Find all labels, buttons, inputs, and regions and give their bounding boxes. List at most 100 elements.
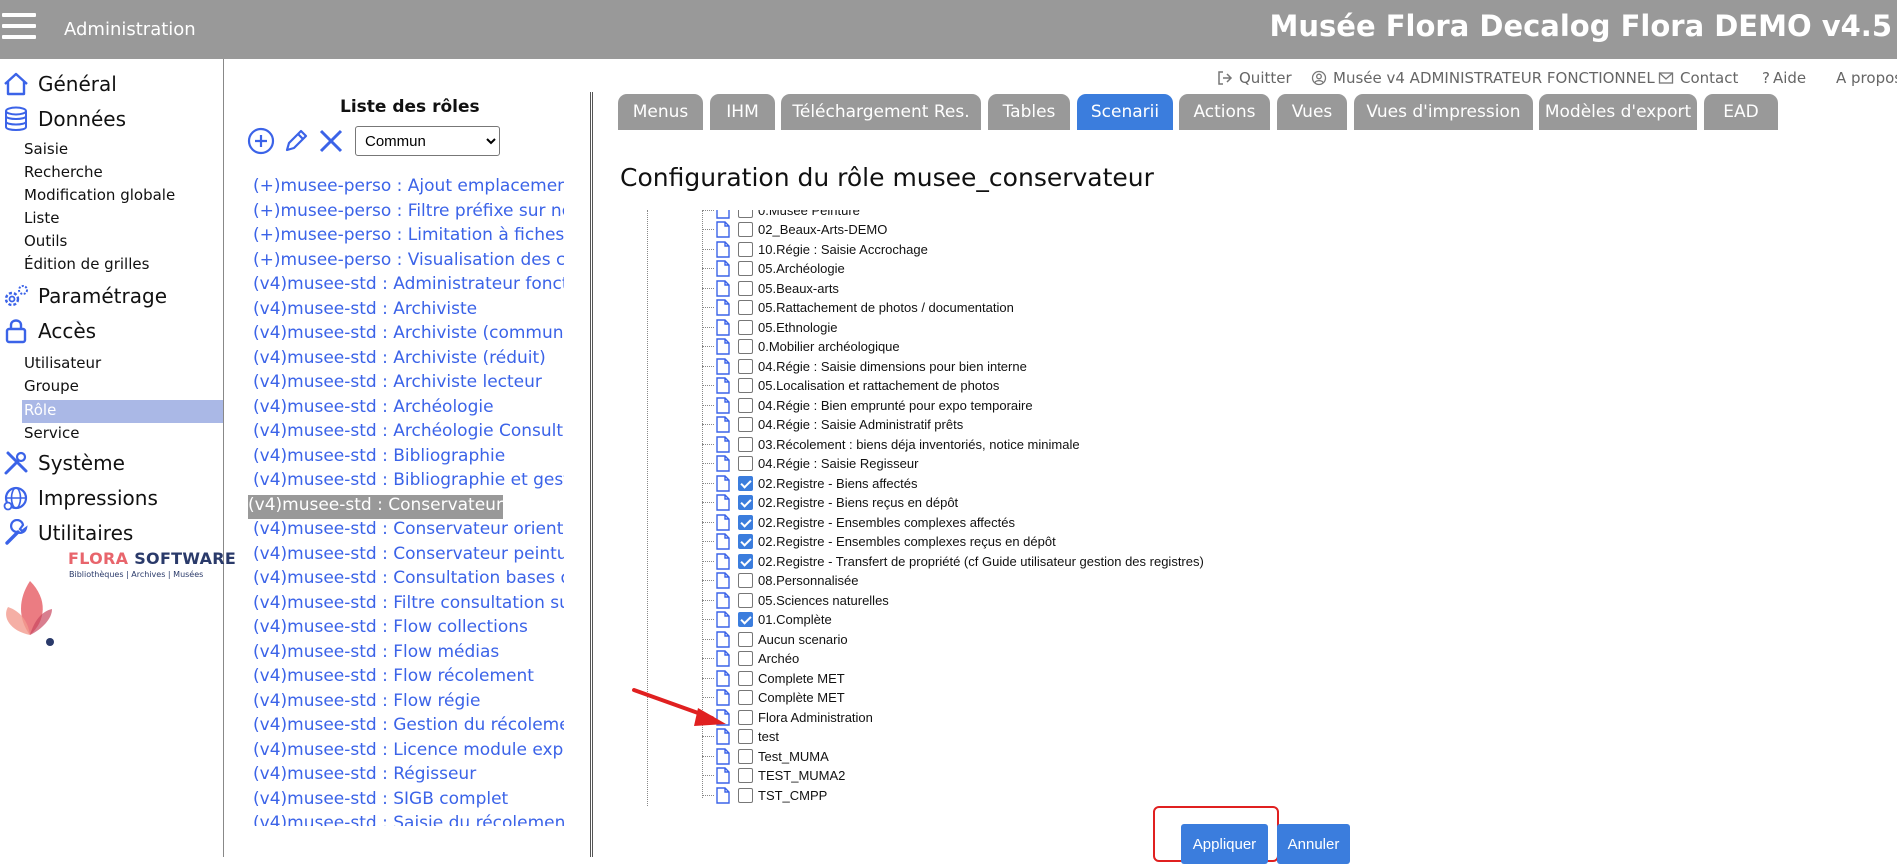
tree-item[interactable]: 05.Sciences naturelles <box>702 591 889 610</box>
role-item[interactable]: (v4)musee-std : Bibliographie <box>253 446 505 470</box>
scenario-checkbox[interactable] <box>738 514 753 530</box>
scenario-checkbox[interactable] <box>738 709 753 725</box>
tree-item[interactable]: 04.Régie : Saisie Administratif prêts <box>702 415 963 434</box>
role-item[interactable]: (v4)musee-std : Archiviste lecteur <box>253 372 542 396</box>
scenario-checkbox[interactable] <box>738 573 753 588</box>
scenario-checkbox[interactable] <box>738 417 753 432</box>
role-item[interactable]: (v4)musee-std : SIGB complet <box>253 789 508 813</box>
role-item[interactable]: (v4)musee-std : Flow collections <box>253 617 528 641</box>
tree-item[interactable]: 02.Registre - Biens affectés <box>702 474 917 493</box>
scenario-checkbox[interactable] <box>738 210 753 218</box>
sidebar-sub-utilisateur[interactable]: Utilisateur <box>24 353 101 374</box>
tree-item[interactable]: 10.Régie : Saisie Accrochage <box>702 240 928 259</box>
tree-item[interactable]: Aucun scenario <box>702 630 848 649</box>
tab-ihm[interactable]: IHM <box>710 94 775 130</box>
tree-item[interactable]: 05.Ethnologie <box>702 318 838 337</box>
scenario-checkbox[interactable] <box>738 378 753 393</box>
tree-item[interactable]: 02.Registre - Ensembles complexes affect… <box>702 513 1015 532</box>
tab-vues[interactable]: Vues <box>1277 94 1347 130</box>
user-link[interactable]: Musée v4 ADMINISTRATEUR FONCTIONNEL <box>1311 69 1655 87</box>
sidebar-sub-recherche[interactable]: Recherche <box>24 162 103 183</box>
add-role-icon[interactable] <box>246 126 276 156</box>
sidebar-sub-liste[interactable]: Liste <box>24 208 59 229</box>
hamburger-menu-icon[interactable] <box>2 13 36 41</box>
tab-vues-impression[interactable]: Vues d'impression <box>1354 94 1533 130</box>
role-item[interactable]: (v4)musee-std : Saisie du récolement <box>253 813 564 826</box>
tree-item[interactable]: 08.Personnalisée <box>702 571 858 590</box>
tree-item[interactable]: 02.Registre - Ensembles complexes reçus … <box>702 532 1056 551</box>
role-item[interactable]: (v4)musee-std : Gestion du récolement <box>253 715 564 739</box>
tree-item[interactable]: 04.Régie : Saisie dimensions pour bien i… <box>702 357 1027 376</box>
scenario-checkbox[interactable] <box>738 787 753 803</box>
scenario-checkbox[interactable] <box>738 690 753 705</box>
role-item[interactable]: (+)musee-perso : Visualisation des cham <box>253 250 564 274</box>
sidebar-sub-outils[interactable]: Outils <box>24 231 67 252</box>
cancel-button[interactable]: Annuler <box>1277 824 1350 864</box>
edit-role-icon[interactable] <box>281 126 311 156</box>
sidebar-sub-groupe[interactable]: Groupe <box>24 376 79 397</box>
scenario-checkbox[interactable] <box>738 397 753 413</box>
tree-item[interactable]: Archéo <box>702 649 799 668</box>
role-item[interactable]: (v4)musee-std : Flow médias <box>253 642 499 666</box>
help-link[interactable]: ? Aide <box>1762 69 1806 87</box>
sidebar-item-systeme[interactable]: Système <box>0 448 125 478</box>
role-item[interactable]: (v4)musee-std : Archéologie <box>253 397 494 421</box>
sidebar-item-donnees[interactable]: Données <box>0 104 126 134</box>
scenario-checkbox[interactable] <box>738 651 753 666</box>
scenario-checkbox[interactable] <box>738 729 753 744</box>
tab-scenarii[interactable]: Scenarii <box>1077 94 1173 130</box>
sidebar-sub-service[interactable]: Service <box>24 423 79 444</box>
scenario-checkbox[interactable] <box>738 222 753 237</box>
scenario-checkbox[interactable] <box>738 553 753 569</box>
sidebar-item-utilitaires[interactable]: Utilitaires <box>0 518 133 548</box>
sidebar-item-general[interactable]: Général <box>0 69 117 99</box>
tree-item[interactable]: 05.Localisation et rattachement de photo… <box>702 376 999 395</box>
scenario-tree[interactable]: 0.Musée Peinture 02_Beaux-Arts-DEMO 10.Ré… <box>620 210 1620 806</box>
tree-item[interactable]: 04.Régie : Bien emprunté pour expo tempo… <box>702 396 1033 415</box>
contact-link[interactable]: Contact <box>1658 69 1738 87</box>
scenario-checkbox[interactable] <box>738 358 753 374</box>
tab-tables[interactable]: Tables <box>988 94 1070 130</box>
role-item[interactable]: (v4)musee-std : Archéologie Consultatio <box>253 421 564 445</box>
role-item[interactable]: (v4)musee-std : Archiviste (communicati <box>253 323 564 347</box>
panel-divider[interactable] <box>590 92 593 857</box>
roles-filter-select[interactable]: Commun <box>355 126 500 156</box>
tree-item[interactable]: 04.Régie : Saisie Regisseur <box>702 454 918 473</box>
sidebar-sub-saisie[interactable]: Saisie <box>24 139 68 160</box>
role-item[interactable]: (v4)musee-std : Conservateur orient <box>253 519 563 543</box>
scenario-checkbox[interactable] <box>738 592 753 608</box>
tree-item[interactable]: 0.Mobilier archéologique <box>702 337 900 356</box>
tab-modeles-export[interactable]: Modèles d'export <box>1539 94 1697 130</box>
scenario-checkbox[interactable] <box>738 300 753 315</box>
sidebar-item-acces[interactable]: Accès <box>0 316 96 346</box>
role-item[interactable]: (v4)musee-std : Archiviste <box>253 299 477 323</box>
role-item[interactable]: (v4)musee-std : Administrateur fonctionn <box>253 274 564 298</box>
role-item[interactable]: (+)musee-perso : Filtre préfixe sur noti… <box>253 201 564 225</box>
role-item[interactable]: (v4)musee-std : Régisseur <box>253 764 476 788</box>
role-item-selected[interactable]: (v4)musee-std : Conservateur <box>248 494 503 519</box>
sidebar-sub-role-selected[interactable]: Rôle <box>22 400 223 423</box>
scenario-checkbox[interactable] <box>738 612 753 627</box>
scenario-checkbox[interactable] <box>738 241 753 257</box>
tree-item[interactable]: Complete MET <box>702 669 845 688</box>
tree-item[interactable]: 02.Registre - Transfert de propriété (cf… <box>702 552 1204 571</box>
role-item[interactable]: (v4)musee-std : Filtre consultation sur … <box>253 593 564 617</box>
role-item[interactable]: (v4)musee-std : Conservateur peinture <box>253 544 564 568</box>
role-item[interactable]: (v4)musee-std : Licence module export d <box>253 740 564 764</box>
role-item[interactable]: (v4)musee-std : Flow régie <box>253 691 481 715</box>
scenario-checkbox[interactable] <box>738 748 753 764</box>
scenario-checkbox[interactable] <box>738 768 753 783</box>
tree-item[interactable]: 02_Beaux-Arts-DEMO <box>702 220 887 239</box>
scenario-checkbox[interactable] <box>738 261 753 276</box>
apply-button[interactable]: Appliquer <box>1181 824 1268 864</box>
role-item[interactable]: (v4)musee-std : Consultation bases doc <box>253 568 564 592</box>
role-item[interactable]: (+)musee-perso : Ajout emplacements <box>253 176 564 200</box>
scenario-checkbox[interactable] <box>738 456 753 471</box>
delete-role-icon[interactable] <box>316 126 346 156</box>
tab-menus[interactable]: Menus <box>618 94 703 130</box>
scenario-checkbox[interactable] <box>738 495 753 510</box>
tree-item[interactable]: 03.Récolement : biens déja inventoriés, … <box>702 435 1080 454</box>
tree-item[interactable]: TEST_MUMA2 <box>702 766 845 785</box>
tree-item[interactable]: Test_MUMA <box>702 747 829 766</box>
tree-item[interactable]: 02.Registre - Biens reçus en dépôt <box>702 493 958 512</box>
